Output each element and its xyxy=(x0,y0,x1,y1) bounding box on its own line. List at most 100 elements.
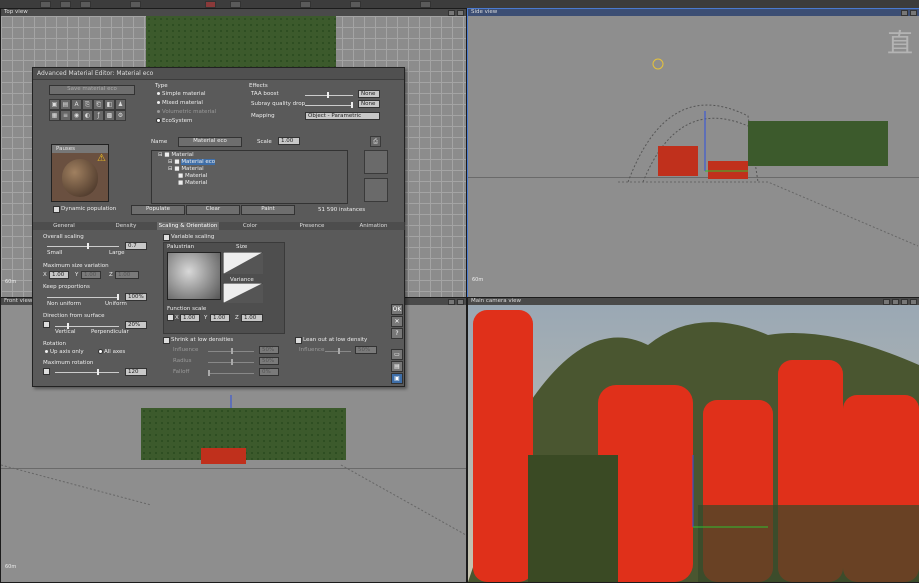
toolbar-button[interactable] xyxy=(205,1,216,8)
radius-field[interactable]: 50% xyxy=(259,357,279,365)
paint-button[interactable]: Paint xyxy=(241,205,295,215)
taa-slider[interactable] xyxy=(305,92,353,98)
settings-icon[interactable]: ⚙ xyxy=(115,110,126,121)
direction-slider[interactable] xyxy=(55,323,119,329)
radius-slider[interactable] xyxy=(208,359,254,365)
copy-icon[interactable]: ⎘ xyxy=(82,99,93,110)
function-scale-y[interactable]: 1.00 xyxy=(210,314,230,322)
print-icon[interactable]: ⎙ xyxy=(370,136,381,147)
terrain-vegetation xyxy=(146,16,336,74)
type-option-simple[interactable]: Simple material xyxy=(157,91,205,97)
mapping-select[interactable]: Object - Parametric xyxy=(305,112,380,120)
function-scale-z[interactable]: 1.00 xyxy=(241,314,263,322)
influence-slider[interactable] xyxy=(208,348,254,354)
size-curve[interactable] xyxy=(223,252,263,274)
dialog-title[interactable]: Advanced Material Editor: Material eco xyxy=(33,68,404,80)
sphere-icon[interactable]: ◉ xyxy=(71,110,82,121)
direction-field[interactable]: 20% xyxy=(125,321,147,329)
dynamic-population-checkbox[interactable] xyxy=(53,206,60,213)
type-option-mixed[interactable]: Mixed material xyxy=(157,100,203,106)
figure-icon[interactable]: ♟ xyxy=(115,99,126,110)
keep-proportions-field[interactable]: 100% xyxy=(125,293,147,301)
toolbar-button[interactable] xyxy=(60,1,71,8)
size-z-field[interactable]: 1.00 xyxy=(115,271,139,279)
function-scale-lock[interactable] xyxy=(167,314,174,321)
layer-icon[interactable]: ◧ xyxy=(104,99,115,110)
tree-item[interactable]: ⊟ ■ Material xyxy=(158,152,194,159)
toolbar-button[interactable] xyxy=(40,1,51,8)
size-y-field[interactable]: 1.00 xyxy=(81,271,101,279)
toolbar-button[interactable] xyxy=(230,1,241,8)
image-icon[interactable]: ▣ xyxy=(391,373,403,384)
open-icon[interactable]: ▤ xyxy=(60,99,71,110)
material-tree[interactable]: ⊟ ■ Material ⊟ ■ Material eco ⊟ ■ Materi… xyxy=(151,150,348,204)
rotation-lock-checkbox[interactable] xyxy=(43,368,50,375)
clear-button[interactable]: Clear xyxy=(186,205,240,215)
swatch-placeholder[interactable] xyxy=(364,150,388,174)
max-rotation-slider[interactable] xyxy=(55,369,119,375)
influence-field[interactable]: 50% xyxy=(259,346,279,354)
function-preview[interactable] xyxy=(167,252,221,300)
up-axis-only-radio[interactable]: Up axis only xyxy=(45,349,84,355)
max-rotation-field[interactable]: 120 xyxy=(125,368,147,376)
populate-button[interactable]: Populate xyxy=(131,205,185,215)
paste-icon[interactable]: ⎗ xyxy=(93,99,104,110)
tree-item[interactable]: ■ Material xyxy=(178,180,207,187)
gradient-icon[interactable]: ◐ xyxy=(82,110,93,121)
help-button[interactable]: ? xyxy=(391,328,403,339)
list-icon[interactable]: ≡ xyxy=(60,110,71,121)
tab-color[interactable]: Color xyxy=(219,222,282,230)
ok-button[interactable]: OK xyxy=(391,304,403,315)
save-material-button[interactable]: Save material eco xyxy=(49,85,135,95)
all-axes-radio[interactable]: All axes xyxy=(99,349,125,355)
tree-item-selected[interactable]: ⊟ ■ Material eco xyxy=(168,159,216,166)
swatch-placeholder[interactable] xyxy=(364,178,388,202)
type-option-ecosystem[interactable]: EcoSystem xyxy=(157,118,192,124)
keep-proportions-slider[interactable] xyxy=(47,294,119,300)
scale-field[interactable]: 1.00 xyxy=(278,137,300,145)
falloff-field[interactable]: 0% xyxy=(259,368,279,376)
variance-curve[interactable] xyxy=(223,283,263,303)
toolbar-button[interactable] xyxy=(130,1,141,8)
toolbar-button[interactable] xyxy=(80,1,91,8)
text-icon[interactable]: A xyxy=(71,99,82,110)
variable-scaling-checkbox[interactable] xyxy=(163,234,170,241)
tab-general[interactable]: General xyxy=(33,222,96,230)
function-scale-x[interactable]: 1.00 xyxy=(180,314,200,322)
name-field[interactable]: Material eco xyxy=(178,137,242,147)
direction-lock-checkbox[interactable] xyxy=(43,321,50,328)
material-editor-dialog[interactable]: Advanced Material Editor: Material eco S… xyxy=(32,67,405,387)
toolbar-button[interactable] xyxy=(420,1,431,8)
cancel-button[interactable]: ✕ xyxy=(391,316,403,327)
texture-icon[interactable]: ▩ xyxy=(104,110,115,121)
tab-animation[interactable]: Animation xyxy=(343,222,405,230)
grid-icon[interactable]: ▦ xyxy=(49,110,60,121)
lean-influence-field[interactable]: 50% xyxy=(355,346,377,354)
shrink-checkbox[interactable] xyxy=(163,337,170,344)
tree-item[interactable]: ⊟ ■ Material xyxy=(168,166,204,173)
overall-scaling-field[interactable]: 0.7 xyxy=(125,242,147,250)
size-x-field[interactable]: 1.00 xyxy=(49,271,69,279)
type-option-volumetric[interactable]: Volumetric material xyxy=(157,109,216,115)
tab-presence[interactable]: Presence xyxy=(281,222,344,230)
taa-field[interactable]: None xyxy=(358,90,380,98)
lean-checkbox[interactable] xyxy=(295,337,302,344)
material-preview[interactable]: Pauses ⚠ xyxy=(51,144,109,202)
tab-scaling-orientation[interactable]: Scaling & Orientation xyxy=(157,222,220,230)
subray-field[interactable]: None xyxy=(358,100,380,108)
tree-item[interactable]: ■ Material xyxy=(178,173,207,180)
camera-viewport[interactable]: Main camera view xyxy=(467,297,919,583)
toolbar-button[interactable] xyxy=(300,1,311,8)
function-icon[interactable]: ƒ xyxy=(93,110,104,121)
document-icon[interactable]: ▭ xyxy=(391,349,403,360)
subray-slider[interactable] xyxy=(305,102,353,108)
camera-render xyxy=(468,310,919,582)
overall-scaling-slider[interactable] xyxy=(47,243,119,249)
new-icon[interactable]: ▣ xyxy=(49,99,60,110)
tab-density[interactable]: Density xyxy=(95,222,158,230)
toolbar-button[interactable] xyxy=(350,1,361,8)
side-viewport[interactable]: Side view 直 60m xyxy=(467,8,919,298)
falloff-slider[interactable] xyxy=(208,370,254,376)
folder-icon[interactable]: ▤ xyxy=(391,361,403,372)
lean-influence-slider[interactable] xyxy=(325,348,351,354)
